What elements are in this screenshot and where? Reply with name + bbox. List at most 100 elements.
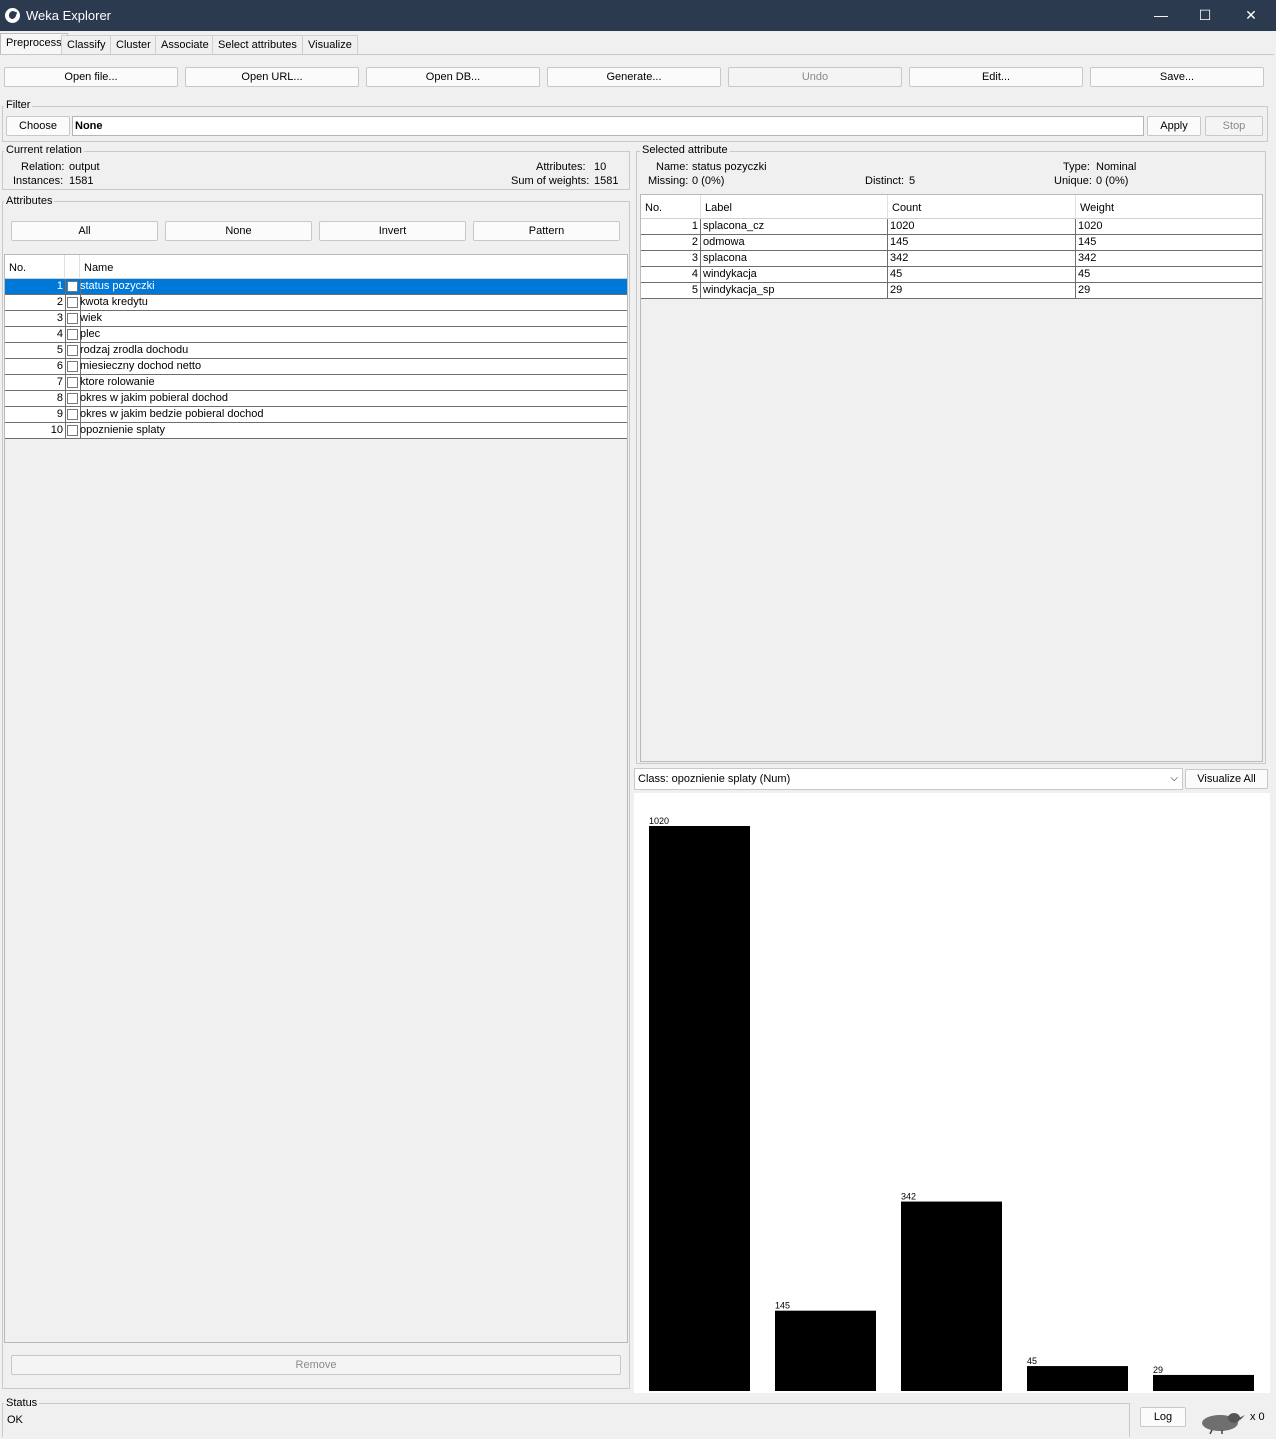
filter-stop-button[interactable]: Stop — [1205, 116, 1263, 136]
attr-name-value: status pozyczki — [692, 161, 767, 173]
select-none-button[interactable]: None — [165, 221, 312, 241]
table-row[interactable]: 4 windykacja 45 45 — [641, 267, 1262, 283]
tab-associate[interactable]: Associate — [155, 35, 215, 54]
row-checkbox[interactable] — [67, 345, 78, 356]
table-row[interactable]: 8 okres w jakim pobieral dochod — [5, 391, 627, 407]
attr-name-label: Name: — [656, 161, 689, 173]
attribute-name: okres w jakim bedzie pobieral dochod — [80, 408, 264, 420]
value-count: 342 — [890, 252, 909, 264]
tab-preprocess[interactable]: Preprocess — [0, 33, 68, 55]
value-weight: 29 — [1078, 284, 1091, 296]
attribute-name: kwota kredytu — [80, 296, 148, 308]
attr-missing-label: Missing: — [648, 175, 689, 187]
attribute-name: plec — [80, 328, 101, 340]
value-weight: 1020 — [1078, 220, 1103, 232]
row-checkbox[interactable] — [67, 297, 78, 308]
values-table: No. Label Count Weight 1 splacona_cz 1020 1… — [640, 194, 1263, 762]
attributes-table-header: No. Name — [5, 255, 627, 279]
table-row[interactable]: 6 miesieczny dochod netto — [5, 359, 627, 375]
title-bar: Weka Explorer — ☐ ✕ — [0, 0, 1276, 31]
open-url-button[interactable]: Open URL... — [185, 67, 359, 87]
attribute-name: opoznienie splaty — [80, 424, 166, 436]
close-button[interactable]: ✕ — [1228, 0, 1274, 31]
row-checkbox[interactable] — [67, 281, 78, 292]
status-label: Status — [4, 1397, 40, 1409]
table-row[interactable]: 9 okres w jakim bedzie pobieral dochod — [5, 407, 627, 423]
attribute-name: ktore rolowanie — [80, 376, 155, 388]
relation-value: output — [69, 161, 100, 173]
visualize-all-button[interactable]: Visualize All — [1185, 769, 1268, 789]
histogram-bar-windykacja_sp — [1153, 1374, 1254, 1391]
col-no-header[interactable]: No. — [9, 262, 26, 274]
attributes-group-label: Attributes — [4, 195, 55, 207]
row-checkbox[interactable] — [67, 409, 78, 420]
row-checkbox[interactable] — [67, 361, 78, 372]
filter-choose-button[interactable]: Choose — [6, 116, 70, 136]
log-button[interactable]: Log — [1140, 1407, 1186, 1427]
filter-value-field[interactable]: None — [72, 116, 1144, 136]
attr-distinct-label: Distinct: — [865, 175, 905, 187]
sum-weights-value: 1581 — [594, 175, 619, 187]
attribute-name: okres w jakim pobieral dochod — [80, 392, 228, 404]
filter-apply-button[interactable]: Apply — [1147, 116, 1201, 136]
histogram-chart: 1020 145 342 45 29 — [649, 816, 1254, 1391]
table-row[interactable]: 5 rodzaj zrodla dochodu — [5, 343, 627, 359]
window-title: Weka Explorer — [26, 8, 112, 23]
histogram-bar-splacona — [901, 1201, 1002, 1391]
values-rows: 1 splacona_cz 1020 1020 2 odmowa 145 145 3 splaco… — [641, 219, 1262, 299]
value-count: 29 — [890, 284, 903, 296]
attribute-name: status pozyczki — [80, 280, 155, 292]
values-col-weight-header[interactable]: Weight — [1080, 202, 1114, 214]
values-col-no-header[interactable]: No. — [645, 202, 662, 214]
table-row[interactable]: 4 plec — [5, 327, 627, 343]
edit-button[interactable]: Edit... — [909, 67, 1083, 87]
table-row[interactable]: 10 opoznienie splaty — [5, 423, 627, 439]
attributes-count-value: 10 — [594, 161, 607, 173]
table-row[interactable]: 3 splacona 342 342 — [641, 251, 1262, 267]
minimize-button[interactable]: — — [1138, 0, 1184, 31]
row-number: 3 — [56, 312, 63, 324]
row-checkbox[interactable] — [67, 313, 78, 324]
class-select[interactable]: Class: opoznienie splaty (Num) ⌵ — [634, 768, 1183, 790]
invert-selection-button[interactable]: Invert — [319, 221, 466, 241]
tab-visualize[interactable]: Visualize — [302, 35, 358, 54]
task-count: x 0 — [1250, 1411, 1265, 1423]
select-all-button[interactable]: All — [11, 221, 158, 241]
weka-bird-icon[interactable] — [1198, 1408, 1246, 1434]
generate-button[interactable]: Generate... — [547, 67, 721, 87]
remove-button[interactable]: Remove — [11, 1355, 621, 1375]
table-row[interactable]: 2 kwota kredytu — [5, 295, 627, 311]
row-number: 2 — [56, 296, 63, 308]
sum-weights-label: Sum of weights: — [511, 175, 590, 187]
row-number: 8 — [56, 392, 63, 404]
row-checkbox[interactable] — [67, 329, 78, 340]
selected-attribute-label: Selected attribute — [640, 144, 730, 156]
attr-missing-value: 0 (0%) — [692, 175, 725, 187]
row-checkbox[interactable] — [67, 377, 78, 388]
values-col-label-header[interactable]: Label — [705, 202, 732, 214]
col-name-header[interactable]: Name — [84, 262, 113, 274]
table-row[interactable]: 2 odmowa 145 145 — [641, 235, 1262, 251]
value-weight: 45 — [1078, 268, 1091, 280]
tab-cluster[interactable]: Cluster — [110, 35, 157, 54]
row-checkbox[interactable] — [67, 393, 78, 404]
open-db-button[interactable]: Open DB... — [366, 67, 540, 87]
tab-select-attributes[interactable]: Select attributes — [212, 35, 303, 54]
values-col-count-header[interactable]: Count — [892, 202, 921, 214]
save-button[interactable]: Save... — [1090, 67, 1264, 87]
row-number: 9 — [56, 408, 63, 420]
pattern-button[interactable]: Pattern — [473, 221, 620, 241]
attributes-rows: 1 status pozyczki 2 kwota kredytu 3 wiek 4 plec… — [5, 279, 627, 439]
tab-classify[interactable]: Classify — [61, 35, 112, 54]
open-file-button[interactable]: Open file... — [4, 67, 178, 87]
histogram-panel: 1020 145 342 45 29 — [634, 793, 1270, 1393]
table-row[interactable]: 7 ktore rolowanie — [5, 375, 627, 391]
maximize-button[interactable]: ☐ — [1182, 0, 1228, 31]
row-checkbox[interactable] — [67, 425, 78, 436]
undo-button[interactable]: Undo — [728, 67, 902, 87]
table-row[interactable]: 5 windykacja_sp 29 29 — [641, 283, 1262, 299]
value-count: 45 — [890, 268, 903, 280]
table-row[interactable]: 1 status pozyczki — [5, 279, 627, 295]
table-row[interactable]: 1 splacona_cz 1020 1020 — [641, 219, 1262, 235]
table-row[interactable]: 3 wiek — [5, 311, 627, 327]
